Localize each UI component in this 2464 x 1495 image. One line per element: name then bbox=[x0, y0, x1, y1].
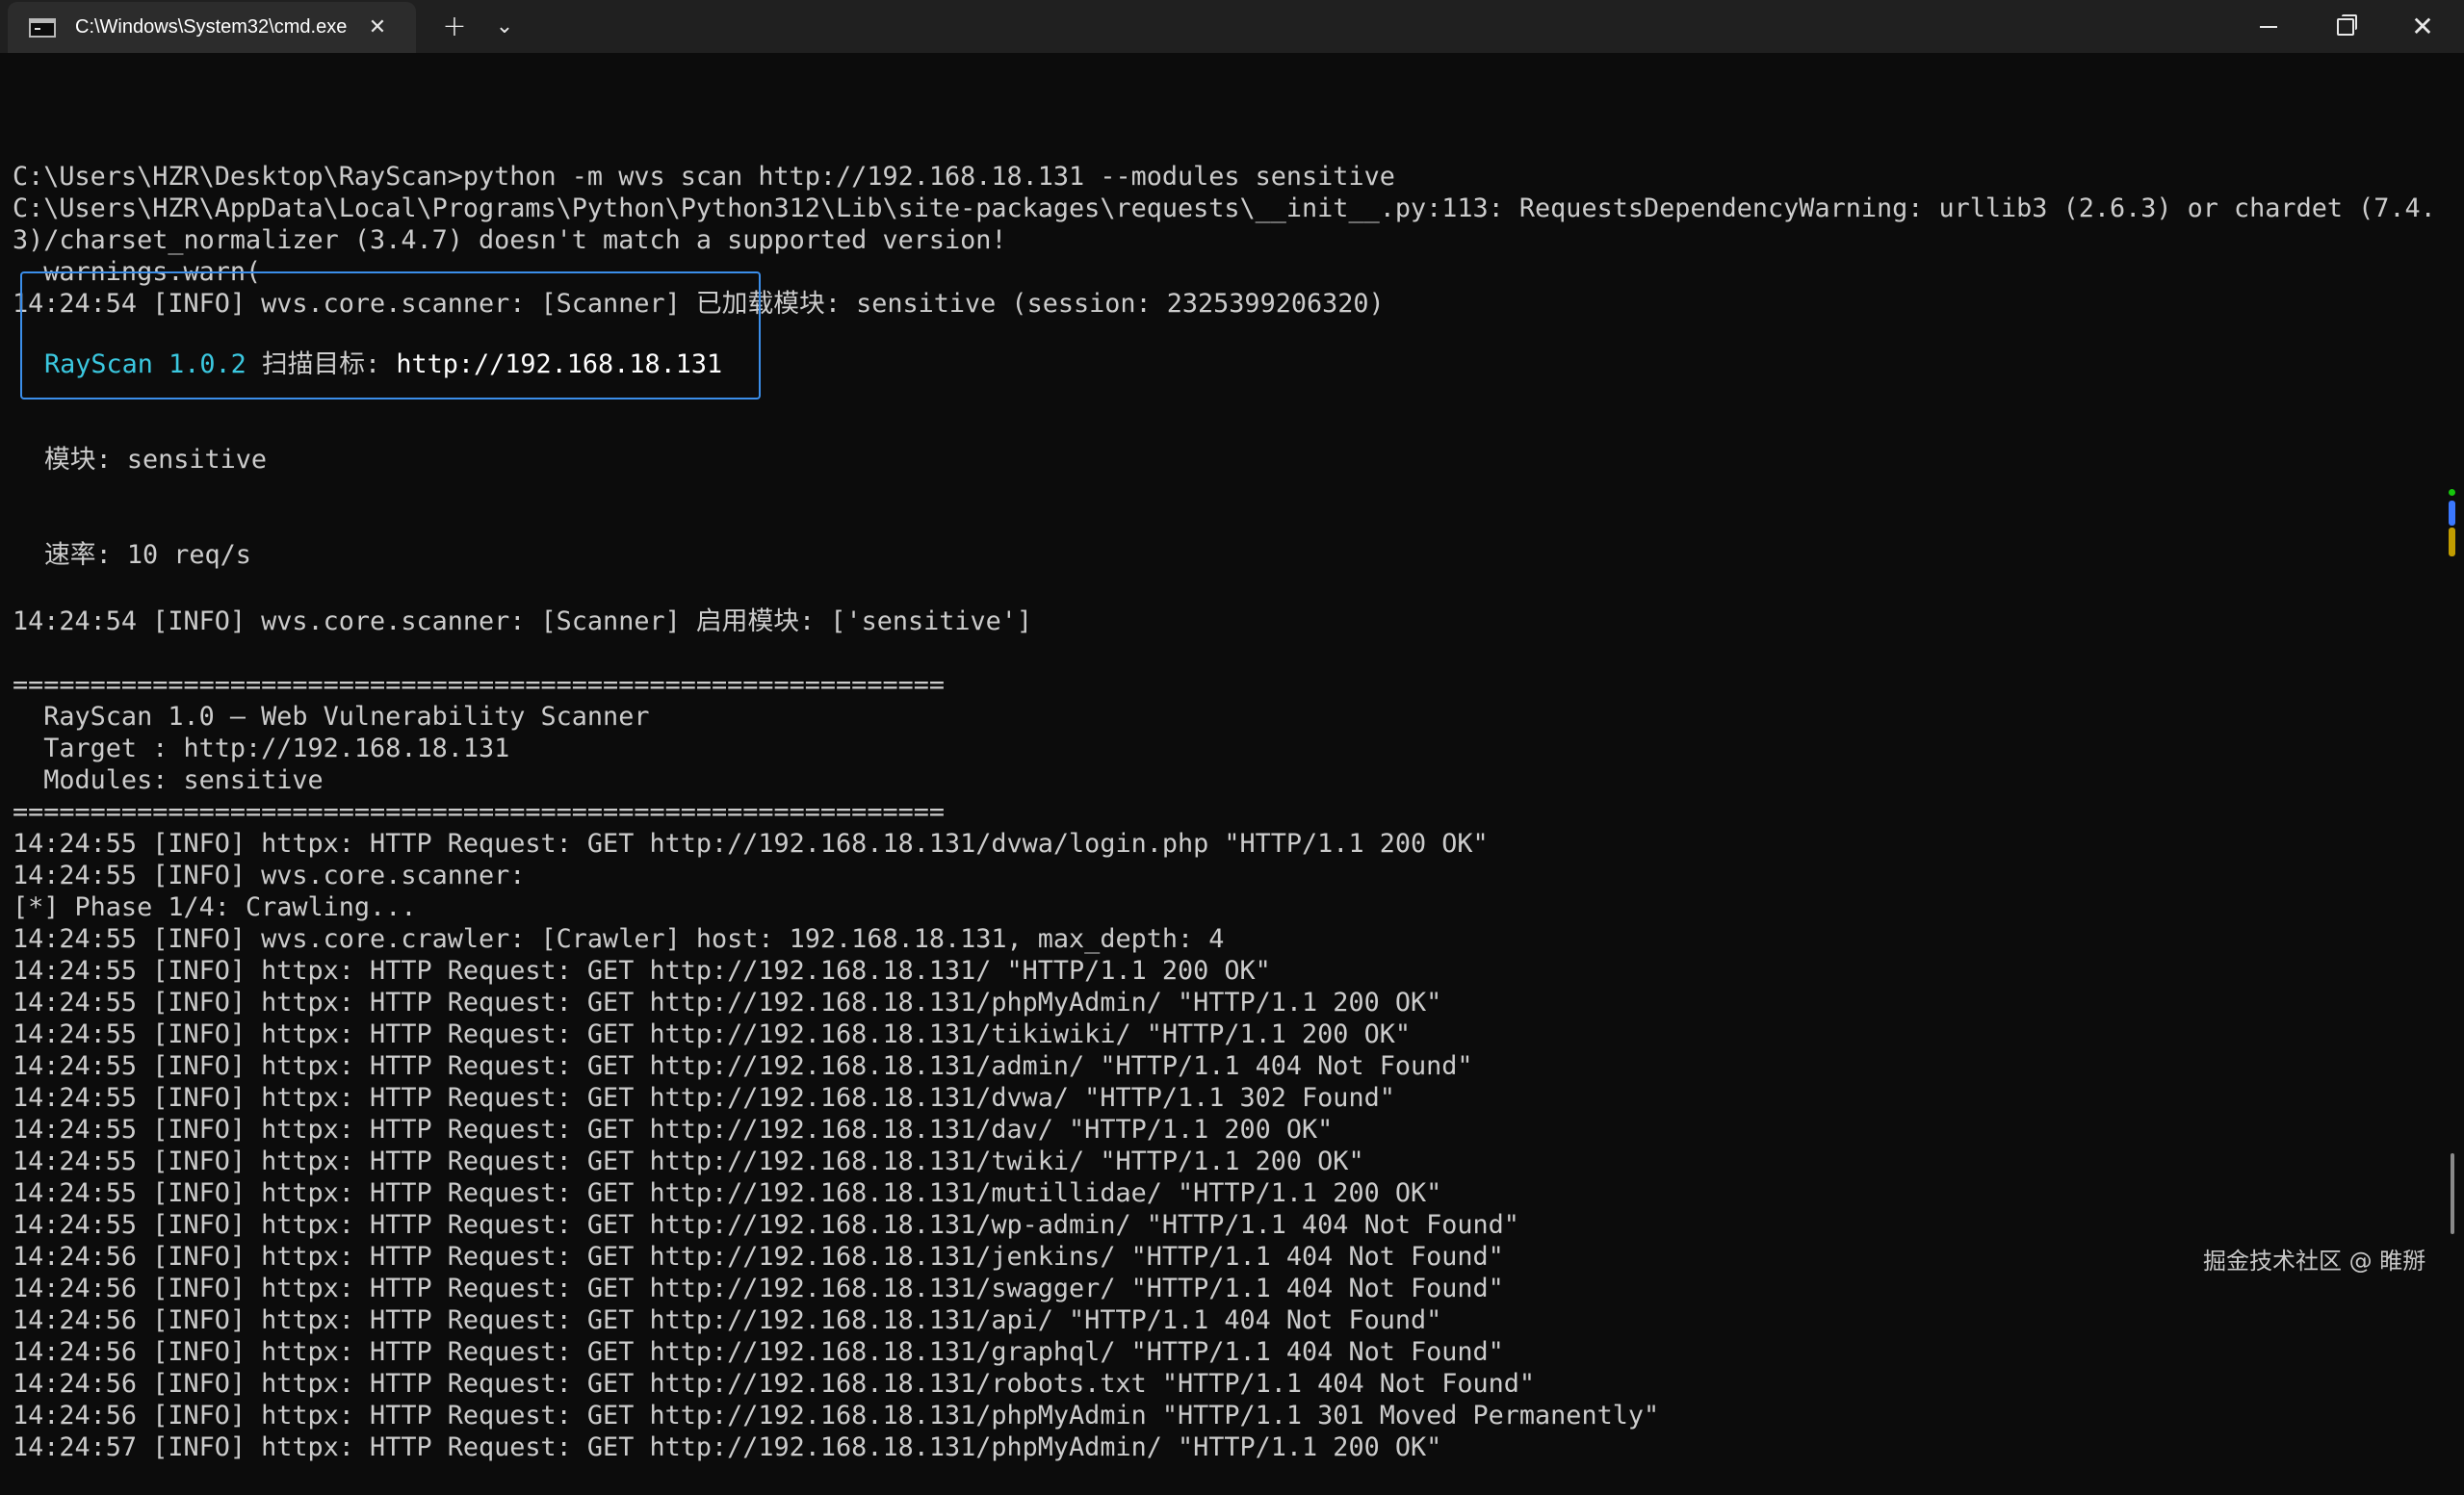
console-line: 14:24:56 [INFO] httpx: HTTP Request: GET… bbox=[13, 1242, 1504, 1272]
console-line: Modules: sensitive bbox=[13, 765, 324, 795]
minimize-button[interactable] bbox=[2230, 0, 2307, 53]
console-line: 14:24:55 [INFO] httpx: HTTP Request: GET… bbox=[13, 1051, 1473, 1081]
scroll-mark-yellow bbox=[2449, 528, 2455, 556]
console-line: RayScan 1.0 — Web Vulnerability Scanner bbox=[13, 702, 650, 732]
scroll-mark-blue bbox=[2449, 501, 2455, 526]
console-line: 14:24:55 [INFO] httpx: HTTP Request: GET… bbox=[13, 1083, 1395, 1113]
console-line: 14:24:55 [INFO] httpx: HTTP Request: GET… bbox=[13, 1210, 1519, 1240]
tab-title: C:\Windows\System32\cmd.exe bbox=[75, 16, 348, 38]
console-line: 14:24:55 [INFO] wvs.core.scanner: bbox=[13, 861, 526, 890]
scrollbar-thumb[interactable] bbox=[2451, 1153, 2454, 1234]
watermark: 掘金技术社区 @ 睢掰 bbox=[2203, 1248, 2426, 1275]
console-line: Target : http://192.168.18.131 bbox=[13, 734, 510, 763]
close-icon[interactable]: ✕ bbox=[360, 11, 395, 45]
minimize-icon bbox=[2260, 25, 2277, 28]
console-line: 14:24:56 [INFO] httpx: HTTP Request: GET… bbox=[13, 1274, 1504, 1303]
banner-title-line: RayScan 1.0.2 扫描目标: http://192.168.18.13… bbox=[44, 348, 759, 380]
console-line: 14:24:55 [INFO] httpx: HTTP Request: GET… bbox=[13, 1147, 1364, 1176]
console-line: 14:24:56 [INFO] httpx: HTTP Request: GET… bbox=[13, 1369, 1536, 1399]
scroll-marks bbox=[2447, 489, 2456, 556]
restore-icon bbox=[2337, 13, 2357, 36]
close-window-button[interactable]: ✕ bbox=[2384, 0, 2461, 53]
console-line: ========================================… bbox=[13, 797, 945, 827]
maximize-button[interactable] bbox=[2307, 0, 2384, 53]
plus-icon[interactable]: + bbox=[435, 8, 474, 44]
console-line: 14:24:55 [INFO] httpx: HTTP Request: GET… bbox=[13, 956, 1271, 986]
terminal-tab[interactable]: C:\Windows\System32\cmd.exe ✕ bbox=[8, 2, 416, 53]
console-line: 14:24:55 [INFO] httpx: HTTP Request: GET… bbox=[13, 1019, 1411, 1049]
banner-target-label: 扫描目标: bbox=[246, 349, 397, 379]
banner-target-url: http://192.168.18.131 bbox=[396, 349, 723, 379]
banner-rate-line: 速率: 10 req/s bbox=[44, 540, 251, 570]
console-line: 14:24:56 [INFO] httpx: HTTP Request: GET… bbox=[13, 1401, 1660, 1431]
rayscan-banner-box: RayScan 1.0.2 扫描目标: http://192.168.18.13… bbox=[20, 271, 761, 570]
console-line: 14:24:55 [INFO] httpx: HTTP Request: GET… bbox=[13, 988, 1442, 1018]
banner-module-line: 模块: sensitive bbox=[44, 445, 268, 475]
console-line: 14:24:56 [INFO] httpx: HTTP Request: GET… bbox=[13, 1305, 1442, 1335]
console-line: 3)/charset_normalizer (3.4.7) doesn't ma… bbox=[13, 225, 1007, 255]
console-line: 14:24:55 [INFO] wvs.core.crawler: [Crawl… bbox=[13, 924, 1225, 954]
scroll-mark-dot bbox=[2449, 489, 2455, 496]
console-line: 14:24:55 [INFO] httpx: HTTP Request: GET… bbox=[13, 1115, 1334, 1145]
console-line: 14:24:57 [INFO] httpx: HTTP Request: GET… bbox=[13, 1432, 1442, 1462]
banner-version: RayScan 1.0.2 bbox=[44, 349, 246, 379]
console-line: 14:24:55 [INFO] httpx: HTTP Request: GET… bbox=[13, 1178, 1442, 1208]
chevron-down-icon[interactable]: ⌄ bbox=[485, 8, 524, 44]
console-line: 14:24:56 [INFO] httpx: HTTP Request: GET… bbox=[13, 1337, 1504, 1367]
console-line: 14:24:54 [INFO] wvs.core.scanner: [Scann… bbox=[13, 606, 1033, 636]
console-line: 14:24:55 [INFO] httpx: HTTP Request: GET… bbox=[13, 829, 1489, 859]
console-line: C:\Users\HZR\AppData\Local\Programs\Pyth… bbox=[13, 193, 2436, 223]
cmd-icon bbox=[29, 17, 56, 38]
console-line: [*] Phase 1/4: Crawling... bbox=[13, 892, 417, 922]
console-lines-after-box: 14:24:54 [INFO] wvs.core.scanner: [Scann… bbox=[13, 606, 2439, 1463]
title-bar: C:\Windows\System32\cmd.exe ✕ + ⌄ ✕ bbox=[0, 0, 2464, 53]
console-line: C:\Users\HZR\Desktop\RayScan>python -m w… bbox=[13, 162, 1395, 192]
console-line: ========================================… bbox=[13, 670, 945, 700]
